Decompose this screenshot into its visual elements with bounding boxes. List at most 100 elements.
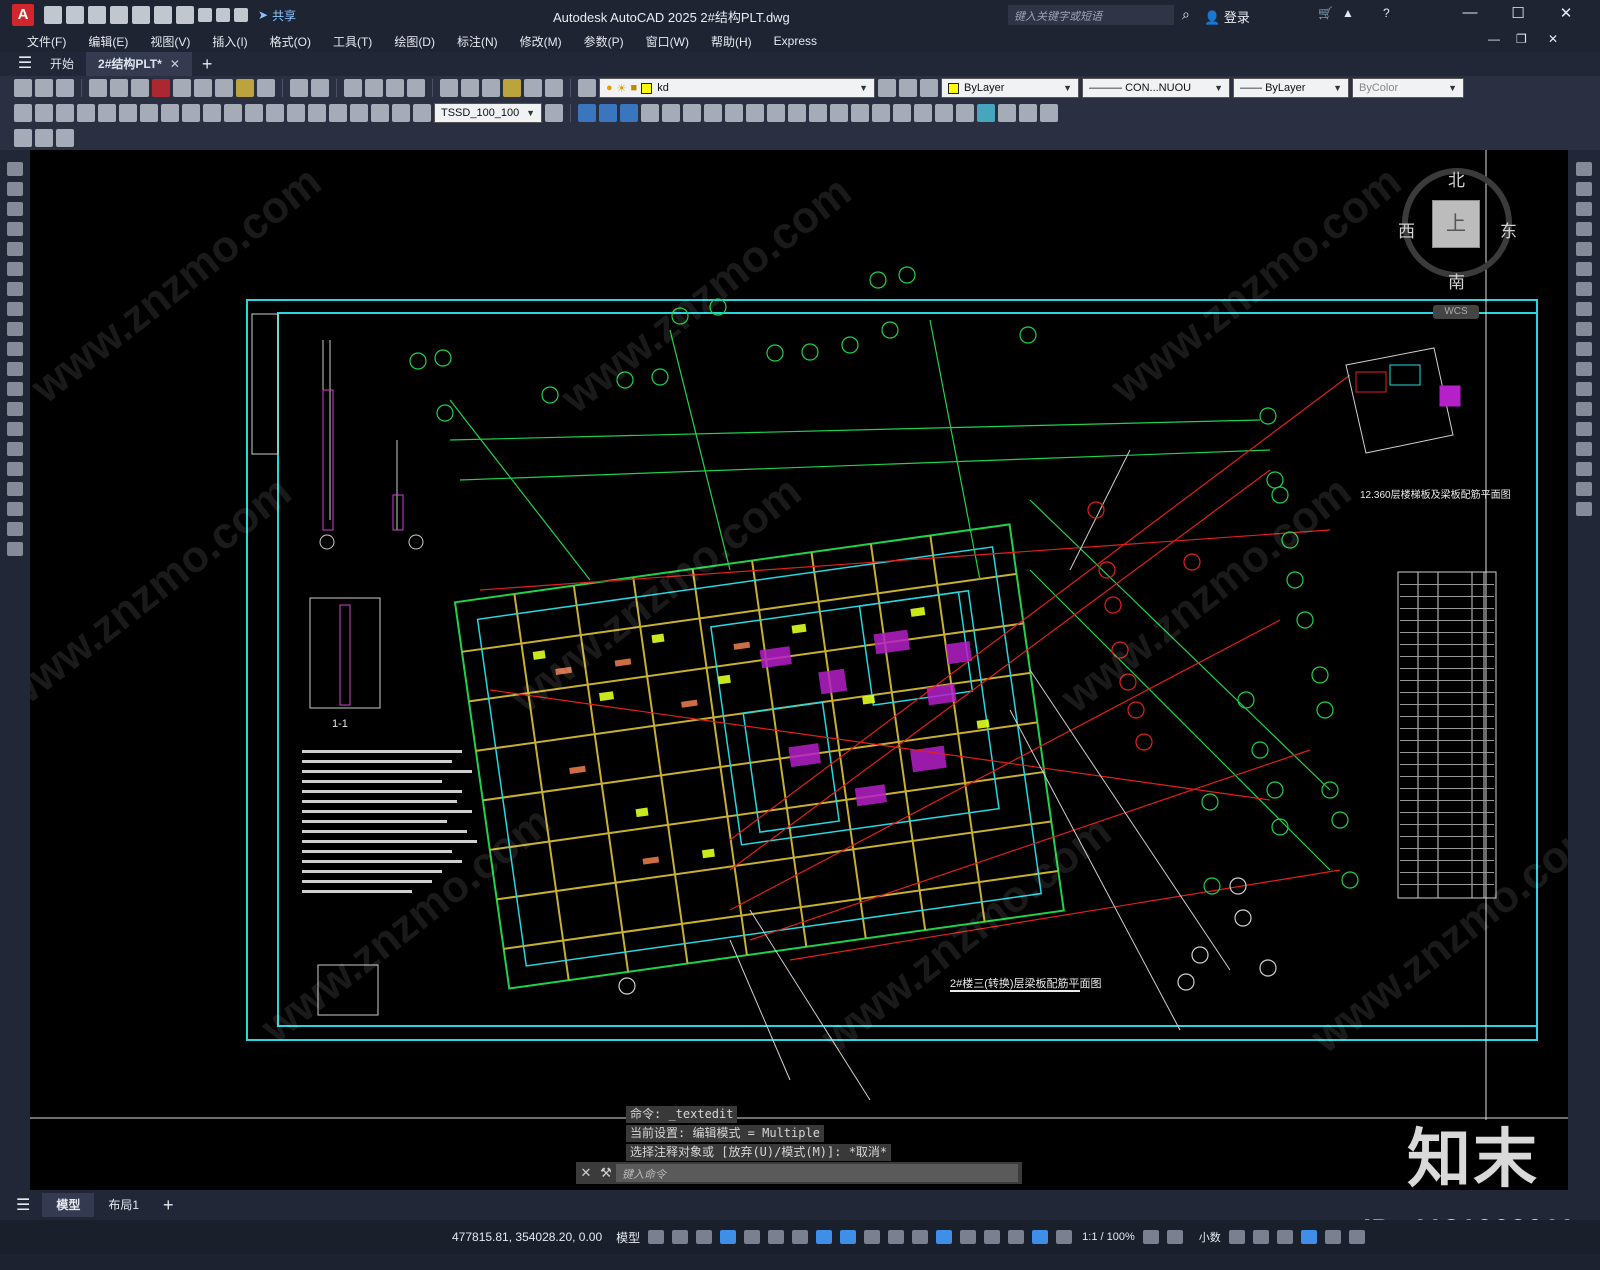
color-dropdown[interactable]: ByLayer ▼ [941, 78, 1079, 98]
make-block-icon[interactable] [35, 129, 53, 147]
mirror-icon[interactable] [599, 104, 617, 122]
layout-menu-icon[interactable]: ☰ [16, 1195, 30, 1215]
zoom-realtime-icon[interactable] [365, 79, 383, 97]
undo-toolbar-icon[interactable] [290, 79, 308, 97]
match-properties-icon[interactable] [236, 79, 254, 97]
extend-icon[interactable] [767, 104, 785, 122]
object-snap-tracking-icon[interactable] [816, 1230, 833, 1244]
insert-block-icon[interactable] [14, 129, 32, 147]
wcs-menu[interactable]: WCS [1433, 305, 1479, 319]
join-right-icon[interactable] [1576, 422, 1592, 436]
layer-properties-icon[interactable] [578, 79, 596, 97]
array-icon[interactable] [641, 104, 659, 122]
drawing-canvas[interactable]: 2#楼三(转换)层梁板配筋平面图 12.360层楼梯板及梁板配筋平面图 1-1 … [30, 150, 1568, 1190]
break-right-icon[interactable] [1576, 402, 1592, 416]
design-center-icon[interactable] [461, 79, 479, 97]
quick-properties-icon[interactable] [1228, 1230, 1245, 1244]
tool-palettes-icon[interactable] [482, 79, 500, 97]
join-icon[interactable] [809, 104, 827, 122]
scale-right-icon[interactable] [1576, 302, 1592, 316]
write-block-icon[interactable] [56, 129, 74, 147]
doc-close-button[interactable]: ✕ [1548, 32, 1558, 46]
selection-filter-icon[interactable] [984, 1230, 1001, 1244]
clean-screen-icon[interactable] [1324, 1230, 1341, 1244]
publish-dwf-icon[interactable] [131, 79, 149, 97]
new-file-icon[interactable] [44, 6, 62, 24]
viewcube-top-face[interactable]: 上 [1432, 200, 1480, 248]
tab-start[interactable]: 开始 [38, 52, 86, 76]
radius-dim-icon[interactable] [98, 104, 116, 122]
close-window-button[interactable]: ✕ [1552, 4, 1580, 26]
redo-toolbar-icon[interactable] [311, 79, 329, 97]
qsave-icon[interactable] [56, 79, 74, 97]
login-button[interactable]: 👤 登录 [1204, 7, 1250, 26]
rectangle-icon[interactable] [7, 242, 23, 256]
search-icon[interactable]: ⌕ [1182, 6, 1190, 23]
extend-right-icon[interactable] [1576, 362, 1592, 376]
table-icon[interactable] [7, 502, 23, 516]
lock-ui-icon[interactable] [1252, 1230, 1269, 1244]
break-point-icon[interactable] [1576, 382, 1592, 396]
dim-space-icon[interactable] [245, 104, 263, 122]
menu-express[interactable]: Express [763, 34, 828, 48]
menu-view[interactable]: 视图(V) [139, 33, 201, 50]
menu-file[interactable]: 文件(F) [16, 33, 77, 50]
customize-command-line-icon[interactable]: ⚒ [596, 1165, 616, 1181]
explode-icon[interactable] [872, 104, 890, 122]
jogged-linear-icon[interactable] [350, 104, 368, 122]
arc-icon[interactable] [7, 262, 23, 276]
linetype-dropdown[interactable]: ——— CON...NUOU ▼ [1082, 78, 1230, 98]
grid-icon[interactable] [648, 1230, 665, 1244]
layer-merge-icon[interactable] [998, 104, 1016, 122]
close-tab-icon[interactable]: ✕ [170, 57, 180, 71]
polygon-icon[interactable] [7, 222, 23, 236]
units-readout[interactable]: 小数 [1199, 1229, 1221, 1245]
polar-tracking-icon[interactable] [768, 1230, 785, 1244]
dim-text-edit-icon[interactable] [392, 104, 410, 122]
jogged-dim-icon[interactable] [119, 104, 137, 122]
zoom-previous-icon[interactable] [407, 79, 425, 97]
revcloud-icon[interactable] [7, 302, 23, 316]
graphics-performance-icon[interactable] [1300, 1230, 1317, 1244]
ordinate-dim-icon[interactable] [77, 104, 95, 122]
new-tab-button[interactable]: + [202, 54, 213, 75]
object-snap-icon[interactable] [840, 1230, 857, 1244]
copy-right-icon[interactable] [1576, 182, 1592, 196]
close-command-line-icon[interactable]: ✕ [576, 1165, 596, 1181]
transparency-icon[interactable] [888, 1230, 905, 1244]
gizmo-icon[interactable] [1008, 1230, 1025, 1244]
pan-icon[interactable] [344, 79, 362, 97]
open-icon[interactable] [35, 79, 53, 97]
annotation-scale[interactable]: 1:1 / 100% [1082, 1231, 1135, 1243]
trim-icon[interactable] [746, 104, 764, 122]
menu-edit[interactable]: 编辑(E) [77, 33, 139, 50]
auto-scale-icon[interactable] [1056, 1230, 1073, 1244]
layer-freeze-icon[interactable] [1019, 104, 1037, 122]
stretch-right-icon[interactable] [1576, 322, 1592, 336]
properties-icon[interactable] [440, 79, 458, 97]
help-search-input[interactable]: 键入关键字或短语 [1008, 5, 1174, 25]
isodraft-icon[interactable] [792, 1230, 809, 1244]
selection-cycling-icon[interactable] [912, 1230, 929, 1244]
publish-icon[interactable] [132, 6, 150, 24]
trim-right-icon[interactable] [1576, 342, 1592, 356]
dynamic-ucs-icon[interactable] [960, 1230, 977, 1244]
circle-icon[interactable] [7, 282, 23, 296]
help-icon[interactable]: ? [1383, 6, 1390, 20]
print-icon[interactable] [176, 6, 194, 24]
erase-icon[interactable] [893, 104, 911, 122]
angular-dim-icon[interactable] [161, 104, 179, 122]
dim-break-icon[interactable] [266, 104, 284, 122]
viewcube-west[interactable]: 西 [1398, 217, 1415, 242]
menu-help[interactable]: 帮助(H) [700, 33, 763, 50]
layer-walk-icon[interactable] [977, 104, 995, 122]
isolate-objects-icon[interactable] [1276, 1230, 1293, 1244]
add-selected-icon[interactable] [7, 542, 23, 556]
save-as-icon[interactable] [110, 6, 128, 24]
open-folder-icon[interactable] [66, 6, 84, 24]
cut-icon[interactable] [173, 79, 191, 97]
model-space-toggle[interactable]: 模型 [616, 1229, 640, 1246]
gradient-icon[interactable] [7, 462, 23, 476]
menu-window[interactable]: 窗口(W) [635, 33, 700, 50]
dimstyle-dropdown[interactable]: TSSD_100_100 ▼ [434, 103, 542, 123]
